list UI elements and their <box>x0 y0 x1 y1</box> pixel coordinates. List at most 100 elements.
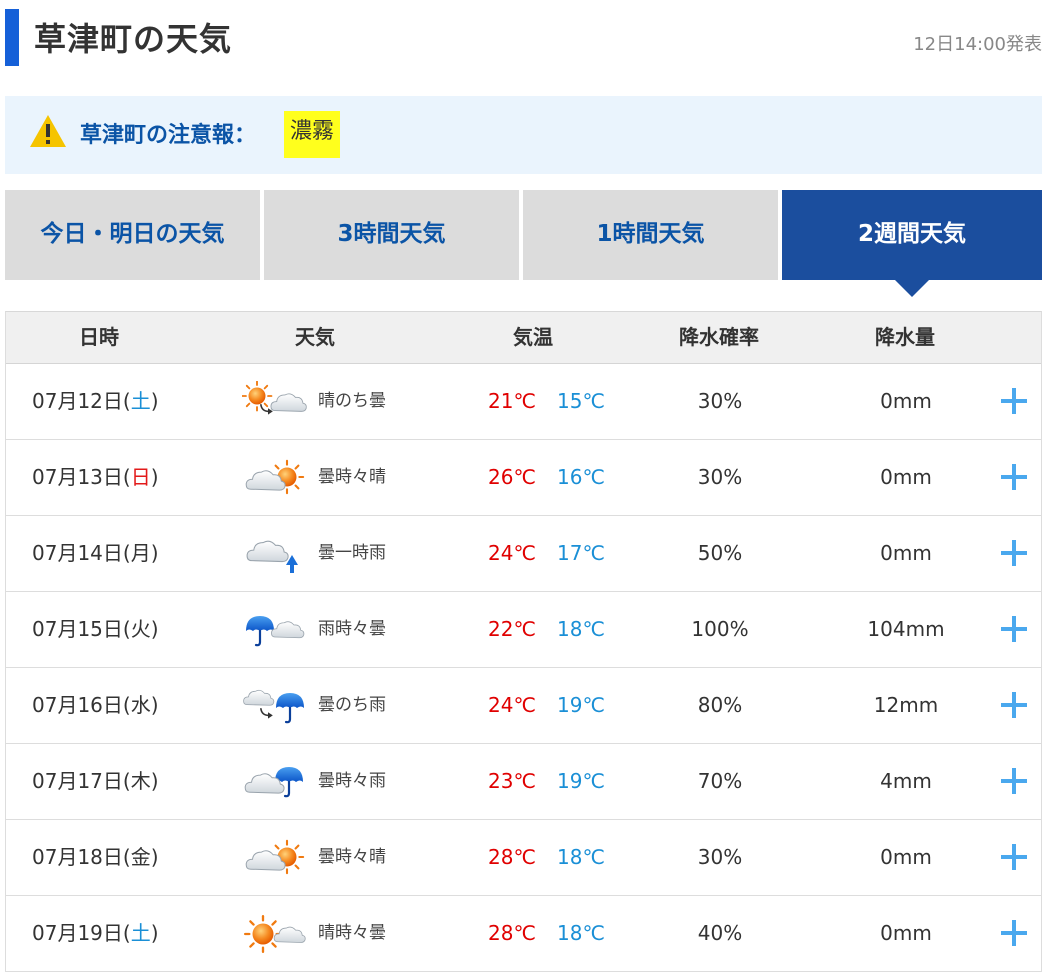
day-of-week: 金 <box>130 845 151 869</box>
date-cell: 07月16日(水) <box>32 693 159 717</box>
precip-prob: 30% <box>697 465 743 489</box>
date-cell: 07月17日(木) <box>32 769 159 793</box>
weather-text: 曇一時雨 <box>318 543 386 563</box>
table-header: 日時 天気 気温 降水確率 降水量 <box>6 312 1041 364</box>
precip-amount: 0mm <box>880 921 932 945</box>
precip-prob: 70% <box>697 769 743 793</box>
day-of-week: 日 <box>130 465 151 489</box>
min-temp: 16℃ <box>557 465 605 489</box>
weather-text: 曇時々晴 <box>318 847 386 867</box>
weather-text: 晴時々曇 <box>318 923 386 943</box>
min-temp: 18℃ <box>557 617 605 641</box>
table-row[interactable]: 07月13日(日) 曇時々晴 26℃ 16℃ 30% 0mm <box>6 440 1041 516</box>
expand-plus-icon[interactable] <box>1001 768 1027 794</box>
weather-text: 雨時々曇 <box>318 619 386 639</box>
date-cell: 07月18日(金) <box>32 845 159 869</box>
date-cell: 07月15日(火) <box>32 617 159 641</box>
precip-prob: 40% <box>697 921 743 945</box>
precip-prob: 30% <box>697 389 743 413</box>
min-temp: 18℃ <box>557 921 605 945</box>
weather-text: 曇時々雨 <box>318 771 386 791</box>
min-temp: 18℃ <box>557 845 605 869</box>
max-temp: 28℃ <box>488 921 536 945</box>
expand-plus-icon[interactable] <box>1001 692 1027 718</box>
max-temp: 24℃ <box>488 541 536 565</box>
active-tab-pointer <box>895 280 929 297</box>
precip-amount: 12mm <box>873 693 939 717</box>
date-cell: 07月19日(土) <box>32 921 159 945</box>
min-temp: 19℃ <box>557 693 605 717</box>
cloudy-sometimes-rain-icon <box>244 765 305 798</box>
cloudy-then-rain-icon <box>243 689 306 724</box>
table-row[interactable]: 07月14日(月) 曇一時雨 24℃ 17℃ 50% 0mm <box>6 516 1041 592</box>
day-of-week: 火 <box>130 617 151 641</box>
min-temp: 17℃ <box>557 541 605 565</box>
header-precip-amount: 降水量 <box>875 325 935 349</box>
table-row[interactable]: 07月18日(金) 曇時々晴 28℃ 18℃ 30% 0mm <box>6 820 1041 896</box>
title-accent-bar <box>5 9 19 66</box>
weather-text: 曇時々晴 <box>318 467 386 487</box>
table-row[interactable]: 07月17日(木) 曇時々雨 23℃ 19℃ 70% 4mm <box>6 744 1041 820</box>
weather-text: 晴のち曇 <box>318 391 386 411</box>
day-of-week: 土 <box>130 389 151 413</box>
sunny-then-cloudy-icon <box>242 381 307 416</box>
table-row[interactable]: 07月15日(火) 雨時々曇 22℃ 18℃ 100% 104mm <box>6 592 1041 668</box>
expand-plus-icon[interactable] <box>1001 540 1027 566</box>
precip-amount: 0mm <box>880 465 932 489</box>
rain-sometimes-cloudy-icon <box>244 614 305 647</box>
tab-2week[interactable]: 2週間天気 <box>782 190 1042 297</box>
tab-3hour[interactable]: 3時間天気 <box>264 190 519 280</box>
precip-prob: 100% <box>691 617 749 641</box>
date-cell: 07月13日(日) <box>32 465 159 489</box>
advisory-label: 草津町の注意報： <box>80 123 257 148</box>
expand-plus-icon[interactable] <box>1001 616 1027 642</box>
table-row[interactable]: 07月12日(土) 晴のち曇 21℃ 15℃ 30% 0mm <box>6 364 1041 440</box>
max-temp: 24℃ <box>488 693 536 717</box>
date-cell: 07月12日(土) <box>32 389 159 413</box>
cloudy-sometimes-sunny-icon <box>245 459 305 495</box>
header-date: 日時 <box>79 325 119 349</box>
precip-amount: 0mm <box>880 389 932 413</box>
max-temp: 26℃ <box>488 465 536 489</box>
advisory-badge[interactable]: 濃霧 <box>284 111 341 158</box>
precip-prob: 30% <box>697 845 743 869</box>
precip-prob: 50% <box>697 541 743 565</box>
advisory-box: 草津町の注意報： 濃霧 <box>5 96 1042 174</box>
date-cell: 07月14日(月) <box>32 541 159 565</box>
warning-triangle-icon <box>30 115 66 147</box>
weather-text: 曇のち雨 <box>318 695 386 715</box>
min-temp: 19℃ <box>557 769 605 793</box>
max-temp: 28℃ <box>488 845 536 869</box>
header-temp: 気温 <box>513 325 553 349</box>
day-of-week: 土 <box>130 921 151 945</box>
expand-plus-icon[interactable] <box>1001 844 1027 870</box>
precip-prob: 80% <box>697 693 743 717</box>
expand-plus-icon[interactable] <box>1001 920 1027 946</box>
page-header: 草津町の天気 12日14:00発表 <box>0 0 1058 70</box>
min-temp: 15℃ <box>557 389 605 413</box>
tab-today-tomorrow[interactable]: 今日・明日の天気 <box>5 190 260 280</box>
tab-1hour[interactable]: 1時間天気 <box>523 190 778 280</box>
max-temp: 22℃ <box>488 617 536 641</box>
expand-plus-icon[interactable] <box>1001 388 1027 414</box>
sunny-sometimes-cloudy-icon <box>243 914 306 954</box>
page-title: 草津町の天気 <box>34 20 233 58</box>
table-row[interactable]: 07月16日(水) 曇のち雨 24℃ 19℃ 80% 12mm <box>6 668 1041 744</box>
precip-amount: 104mm <box>867 617 945 641</box>
table-row[interactable]: 07月19日(土) 晴時々曇 28℃ 18℃ 40% 0mm <box>6 896 1041 971</box>
day-of-week: 木 <box>130 769 151 793</box>
forecast-table: 日時 天気 気温 降水確率 降水量 07月12日(土) 晴のち曇 21℃ 15℃… <box>5 311 1042 972</box>
day-of-week: 月 <box>130 541 151 565</box>
precip-amount: 0mm <box>880 845 932 869</box>
precip-amount: 0mm <box>880 541 932 565</box>
precip-amount: 4mm <box>880 769 932 793</box>
max-temp: 23℃ <box>488 769 536 793</box>
cloudy-occasional-rain-icon <box>246 540 298 573</box>
header-weather: 天気 <box>295 325 335 349</box>
expand-plus-icon[interactable] <box>1001 464 1027 490</box>
forecast-tabs: 今日・明日の天気 3時間天気 1時間天気 2週間天気 <box>5 190 1042 300</box>
cloudy-sometimes-sunny-icon <box>245 839 305 875</box>
day-of-week: 水 <box>130 693 151 717</box>
tab-2week-label: 2週間天気 <box>857 221 966 247</box>
published-time: 12日14:00発表 <box>913 34 1042 55</box>
